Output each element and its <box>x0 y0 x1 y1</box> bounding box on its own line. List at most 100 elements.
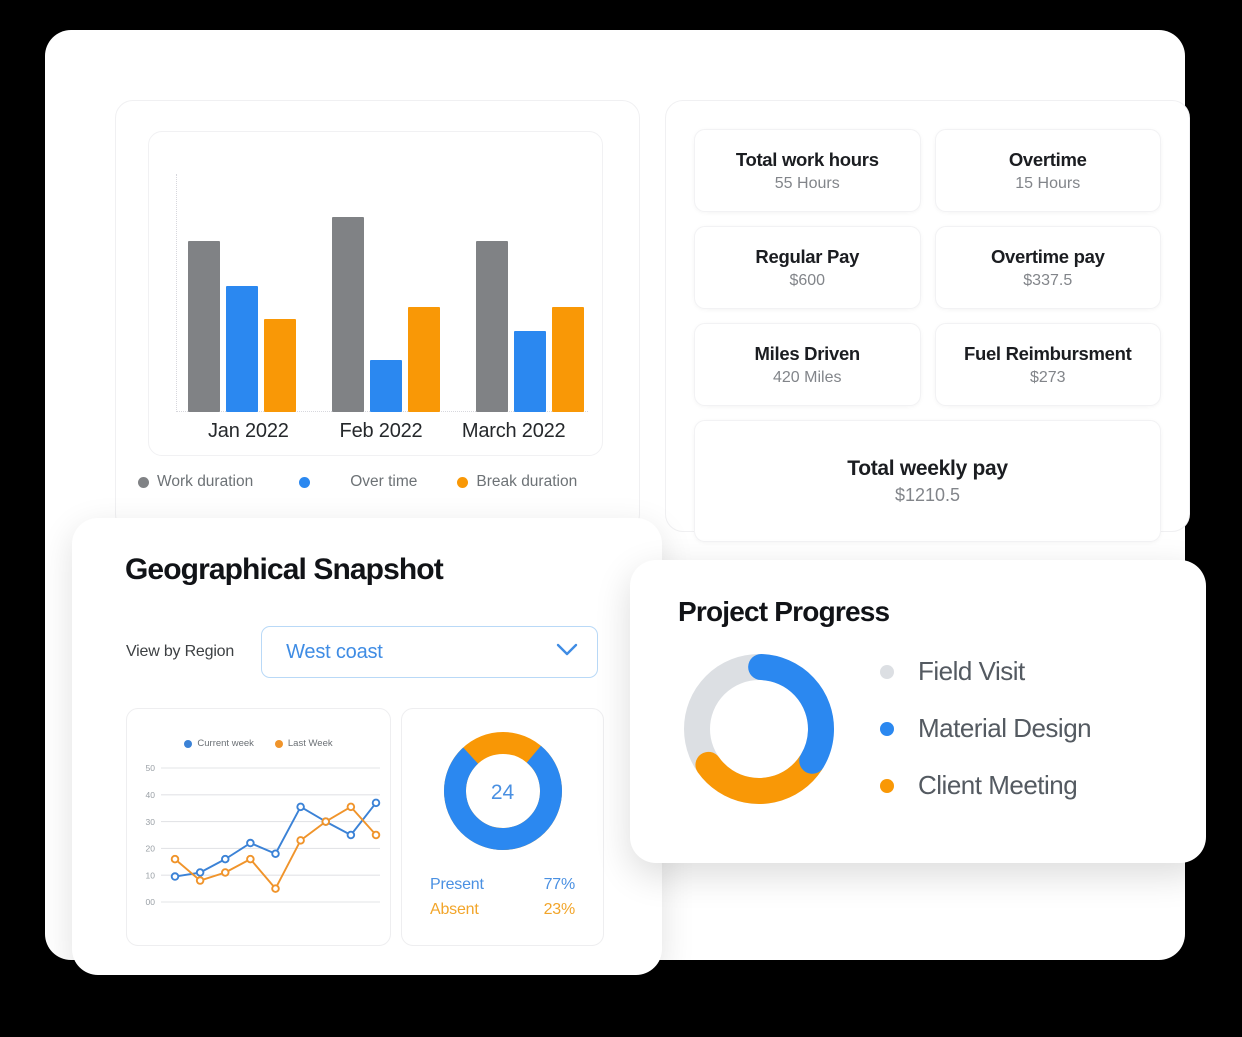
stat-card: Fuel Reimbursment $273 <box>934 323 1161 406</box>
legend-label: Over time <box>350 473 418 490</box>
chevron-down-icon <box>556 643 578 662</box>
payroll-stats-grid: Total work hours 55 Hours Overtime 15 Hours… <box>694 129 1161 542</box>
stat-title: Total work hours <box>735 148 879 170</box>
stat-card: Total work hours 55 Hours <box>694 129 921 212</box>
data-point <box>346 830 356 840</box>
stat-card: Overtime pay $337.5 <box>934 226 1161 309</box>
bar-group <box>476 174 584 412</box>
bar-chart-frame: Jan 2022 Feb 2022 March 2022 <box>148 131 603 456</box>
total-pay-card: Total weekly pay $1210.5 <box>694 420 1161 542</box>
data-point <box>296 802 305 812</box>
legend-dot <box>184 739 193 748</box>
attendance-center-value: 24 <box>490 781 515 804</box>
bar <box>370 359 402 412</box>
region-filter-row: View by Region West coast <box>126 626 599 678</box>
bar-groups <box>188 174 584 412</box>
stat-value: 15 Hours <box>1015 174 1081 192</box>
dashboard-stage: Jan 2022 Feb 2022 March 2022 Work duration… <box>0 0 1242 1037</box>
bar-group <box>188 174 296 412</box>
stat-title: Fuel Reimbursment <box>963 342 1132 364</box>
stat-title: Miles Driven <box>754 342 861 364</box>
geographical-snapshot-title: Geographical Snapshot <box>125 553 444 586</box>
payroll-stats-panel: Total work hours 55 Hours Overtime 15 Hours… <box>665 100 1190 542</box>
data-point <box>220 868 230 877</box>
weekly-comparison-line-chart-card: Current week Last Week 00 10 20 30 40 50 <box>126 708 391 946</box>
y-axis-tick-label: 00 <box>146 897 156 907</box>
attendance-row: Absent 23% <box>430 898 575 923</box>
legend-dot <box>274 739 283 748</box>
y-axis-tick-label: 30 <box>146 817 156 827</box>
stat-value: $273 <box>1029 368 1066 386</box>
project-progress-donut <box>675 645 843 818</box>
data-point <box>296 836 305 845</box>
bar-chart-plot-area <box>176 174 588 412</box>
bar <box>188 240 220 412</box>
stat-value: $600 <box>789 271 826 289</box>
x-axis-label: Feb 2022 <box>339 420 423 442</box>
geographical-snapshot-card: Geographical Snapshot View by Region Wes… <box>72 518 662 975</box>
legend-label: Field Visit <box>918 656 1025 686</box>
bar-group <box>332 174 440 412</box>
y-axis-line <box>176 174 177 412</box>
stat-card: Regular Pay $600 <box>694 226 921 309</box>
stat-value: $1210.5 <box>894 484 961 505</box>
legend-item: Last Week <box>274 738 333 749</box>
stat-value: 55 Hours <box>774 174 840 192</box>
line-series <box>174 802 377 878</box>
attendance-value: 77% <box>543 876 576 894</box>
data-point <box>195 876 205 885</box>
legend-label: Break duration <box>476 473 578 490</box>
bar <box>332 216 364 412</box>
data-point <box>170 854 180 864</box>
data-point <box>195 868 205 877</box>
region-filter-label: View by Region <box>126 643 235 660</box>
stat-card: Miles Driven 420 Miles <box>694 323 921 406</box>
stat-title: Total weekly pay <box>847 456 1008 480</box>
data-point <box>246 838 255 848</box>
bar <box>226 285 258 412</box>
bar <box>514 331 546 412</box>
data-point <box>371 830 381 840</box>
legend-dot-orange <box>880 778 894 793</box>
bar <box>264 319 296 412</box>
region-select-value: West coast <box>286 640 383 663</box>
y-axis-tick-label: 50 <box>146 763 156 773</box>
legend-item: Break duration <box>457 473 577 491</box>
data-point <box>321 817 330 826</box>
x-axis-label: March 2022 <box>461 420 566 442</box>
legend-item: Over time <box>299 473 417 491</box>
x-axis-label: Jan 2022 <box>207 420 289 442</box>
bar <box>408 307 440 412</box>
attendance-label: Absent <box>430 901 479 919</box>
line-series <box>174 805 377 890</box>
attendance-row: Present 77% <box>430 873 575 898</box>
data-point <box>346 802 356 812</box>
data-point <box>220 854 230 864</box>
bar <box>476 240 508 412</box>
legend-dot-blue <box>880 721 894 736</box>
attendance-value: 23% <box>543 901 576 919</box>
y-axis-tick-label: 10 <box>146 870 156 880</box>
legend-item: Field Visit <box>880 656 1091 687</box>
legend-item: Client Meeting <box>880 770 1091 801</box>
bar-chart-legend: Work duration Over time Break duration <box>134 473 621 491</box>
line-chart-legend: Current week Last Week <box>127 738 390 749</box>
geo-mini-charts-row: Current week Last Week 00 10 20 30 40 50 24 Pr… <box>126 708 604 946</box>
legend-dot-orange <box>457 476 469 488</box>
stat-title: Regular Pay <box>755 245 860 267</box>
stat-card: Overtime 15 Hours <box>934 129 1161 212</box>
attendance-donut-card: 24 Present 77% Absent 23% <box>401 708 604 946</box>
legend-item: Material Design <box>880 713 1092 744</box>
region-select[interactable]: West coast <box>261 626 599 678</box>
data-point <box>271 849 280 859</box>
legend-label: Material Design <box>918 713 1092 743</box>
legend-item: Work duration <box>138 473 253 491</box>
project-progress-card: Project Progress Field Visit Material Des… <box>630 560 1206 863</box>
data-point <box>170 872 180 881</box>
project-progress-title: Project Progress <box>678 596 890 627</box>
bar <box>552 307 584 412</box>
legend-label: Work duration <box>157 473 254 490</box>
stat-value: $337.5 <box>1023 271 1073 289</box>
attendance-legend-rows: Present 77% Absent 23% <box>430 873 575 923</box>
attendance-label: Present <box>430 876 484 894</box>
